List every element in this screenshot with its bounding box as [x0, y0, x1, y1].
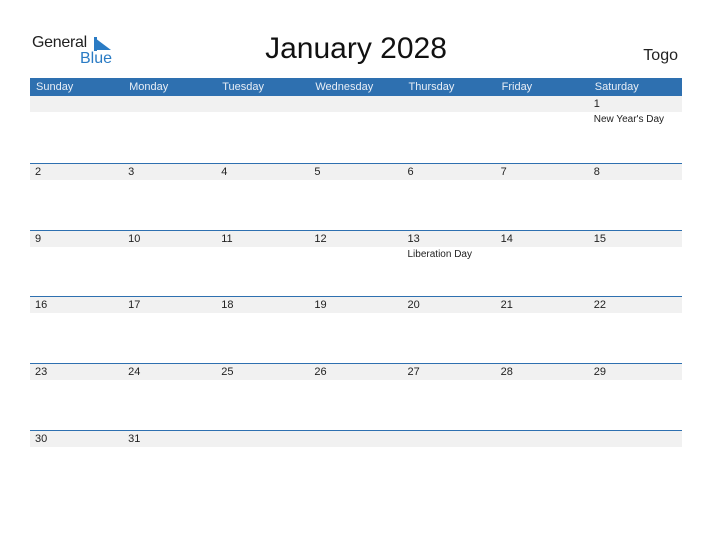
weekday-tuesday: Tuesday [222, 81, 265, 93]
day-cell: 5 [309, 164, 402, 230]
weekday-wednesday: Wednesday [315, 81, 374, 93]
day-cell: 25 [216, 364, 309, 430]
day-cell: 28 [496, 364, 589, 430]
day-cell: 16 [30, 297, 123, 363]
day-cell: 9 [30, 231, 123, 297]
day-number: 12 [314, 232, 327, 245]
day-cell: 6 [403, 164, 496, 230]
day-number: 23 [35, 366, 48, 379]
day-number: 27 [407, 366, 420, 379]
day-cell: 13 Liberation Day [403, 231, 496, 297]
day-number: 20 [407, 299, 420, 312]
holiday-label: Liberation Day [407, 248, 472, 260]
day-cell: 3 [123, 164, 216, 230]
day-cell: 1 New Year's Day [589, 96, 682, 163]
day-number: 24 [128, 366, 141, 379]
day-cell: 14 [496, 231, 589, 297]
day-number: 3 [128, 165, 135, 178]
day-number: 14 [500, 232, 513, 245]
weekday-friday: Friday [501, 81, 533, 93]
day-cell: 15 [589, 231, 682, 297]
day-number: 21 [500, 299, 513, 312]
day-cell [123, 96, 216, 163]
day-cell: 8 [589, 164, 682, 230]
weekday-header: Sunday Monday Tuesday Wednesday Thursday… [30, 78, 682, 96]
day-number: 22 [593, 299, 606, 312]
day-cell: 17 [123, 297, 216, 363]
day-cell [403, 96, 496, 163]
day-number: 10 [128, 232, 141, 245]
day-number: 2 [35, 165, 42, 178]
day-cell [309, 96, 402, 163]
day-number: 11 [221, 232, 233, 245]
day-number: 31 [128, 432, 141, 445]
day-number: 29 [593, 366, 606, 379]
day-cell: 2 [30, 164, 123, 230]
day-cell [496, 431, 589, 497]
day-cell: 30 [30, 431, 123, 497]
day-cell: 10 [123, 231, 216, 297]
week-row: 1 New Year's Day [30, 96, 682, 163]
day-number: 7 [500, 165, 507, 178]
day-number: 25 [221, 366, 234, 379]
day-number: 6 [407, 165, 414, 178]
day-cell: 4 [216, 164, 309, 230]
day-number: 4 [221, 165, 228, 178]
day-cell: 29 [589, 364, 682, 430]
day-cell [589, 431, 682, 497]
week-row: 30 31 [30, 429, 682, 497]
day-cell: 27 [403, 364, 496, 430]
country-label: Togo [643, 47, 678, 64]
week-row: 23 24 25 26 27 28 29 [30, 363, 682, 430]
day-cell: 19 [309, 297, 402, 363]
day-number: 1 [593, 98, 600, 110]
weekday-saturday: Saturday [594, 81, 639, 93]
day-cell [30, 96, 123, 163]
week-row: 9 10 11 12 13 Liberation Day 14 15 [30, 229, 682, 297]
calendar-grid: 1 New Year's Day 2 3 4 5 6 7 8 9 10 11 12 13 Liberatio… [30, 96, 682, 497]
weekday-sunday: Sunday [36, 81, 74, 93]
day-cell [403, 431, 496, 497]
day-cell [309, 431, 402, 497]
day-cell: 26 [309, 364, 402, 430]
day-number: 8 [593, 165, 600, 178]
day-number: 28 [500, 366, 513, 379]
week-row: 2 3 4 5 6 7 8 [30, 162, 682, 230]
day-number: 13 [407, 232, 420, 245]
weekday-thursday: Thursday [408, 81, 455, 93]
day-cell [216, 431, 309, 497]
day-cell: 21 [496, 297, 589, 363]
weekday-monday: Monday [129, 81, 169, 93]
day-cell: 7 [496, 164, 589, 230]
day-cell: 22 [589, 297, 682, 363]
day-cell: 23 [30, 364, 123, 430]
day-cell: 24 [123, 364, 216, 430]
day-number: 30 [35, 432, 48, 445]
day-number: 17 [128, 299, 141, 312]
day-cell: 18 [216, 297, 309, 363]
day-number: 19 [314, 299, 327, 312]
day-cell: 31 [123, 431, 216, 497]
day-number: 5 [314, 165, 321, 178]
holiday-label: New Year's Day [593, 114, 665, 125]
day-cell [216, 96, 309, 163]
day-number: 26 [314, 366, 327, 379]
calendar-title: January 2028 [265, 32, 447, 65]
day-cell [496, 96, 589, 163]
day-number: 18 [221, 299, 234, 312]
day-cell: 12 [309, 231, 402, 297]
day-cell: 20 [403, 297, 496, 363]
week-row: 16 17 18 19 20 21 22 [30, 296, 682, 363]
day-cell: 11 [216, 231, 309, 297]
day-number: 9 [35, 232, 42, 245]
day-number: 15 [593, 232, 606, 245]
day-number: 16 [35, 299, 48, 312]
